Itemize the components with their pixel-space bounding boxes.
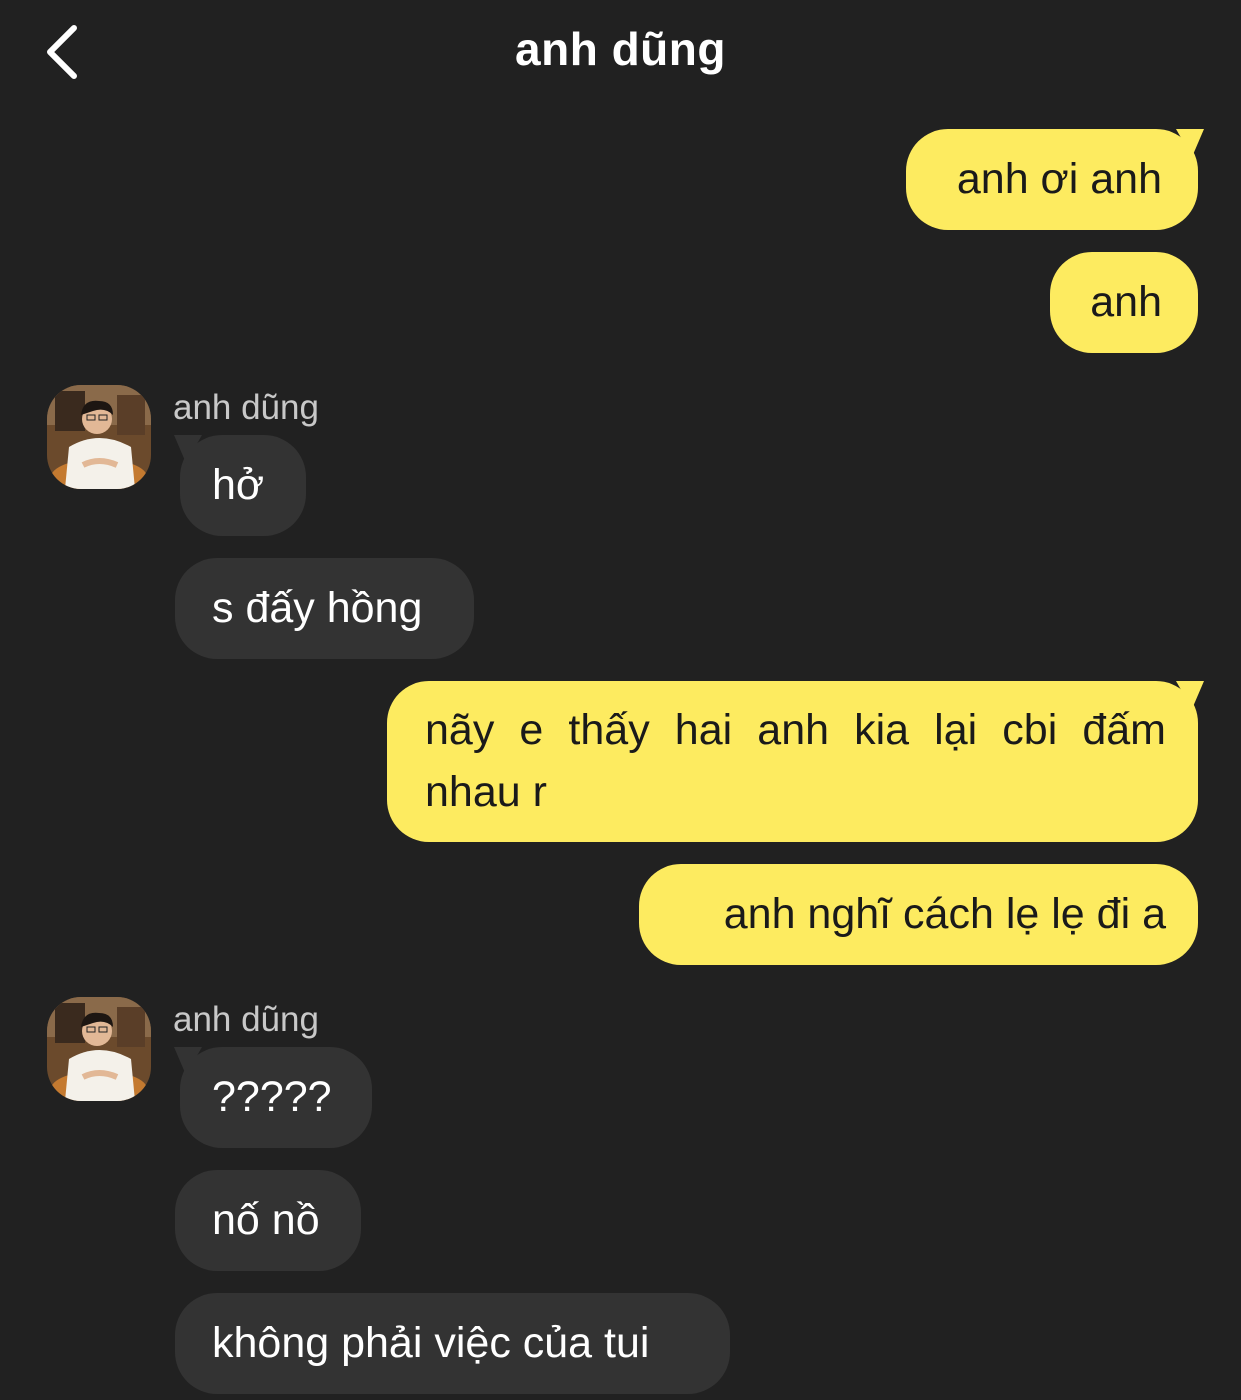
message-text: s đấy hồng (212, 584, 423, 632)
bubble-tail (1176, 681, 1204, 709)
avatar-photo (47, 997, 151, 1101)
bubble-tail (174, 435, 202, 463)
bubble-tail (174, 1047, 202, 1075)
message-text: nãy e thấy hai anh kia lại cbi đấm nhau … (425, 706, 1166, 816)
sender-name: anh dũng (173, 1000, 319, 1039)
message-bubble-outgoing[interactable]: anh ơi anh (906, 129, 1204, 230)
message-text: anh (1090, 278, 1162, 326)
message-bubble-incoming[interactable]: s đấy hồng (175, 558, 474, 659)
message-text: hở (212, 461, 265, 509)
message-bubble-incoming[interactable]: ????? (174, 1047, 372, 1148)
avatar[interactable] (47, 385, 151, 489)
message-text: anh ơi anh (956, 155, 1162, 203)
bubble-tail (1176, 129, 1204, 157)
message-text: không phải việc của tui (212, 1319, 650, 1367)
message-bubble-incoming[interactable]: hở (174, 435, 306, 536)
sender-name: anh dũng (173, 388, 319, 427)
message-bubble-outgoing[interactable]: anh (1050, 252, 1198, 353)
chat-title: anh dũng (515, 23, 726, 75)
message-bubble-incoming[interactable]: nố nồ (175, 1170, 361, 1271)
avatar-photo (47, 385, 151, 489)
message-text: nố nồ (212, 1196, 320, 1244)
message-text: anh nghĩ cách lẹ lẹ đi a (723, 890, 1166, 938)
avatar[interactable] (47, 997, 151, 1101)
chat-header: anh dũng (0, 0, 1241, 108)
message-bubble-outgoing[interactable]: nãy e thấy hai anh kia lại cbi đấm nhau … (387, 681, 1204, 842)
message-bubble-outgoing[interactable]: anh nghĩ cách lẹ lẹ đi a (639, 864, 1198, 965)
message-bubble-incoming[interactable]: không phải việc của tui (175, 1293, 730, 1394)
message-text: ????? (212, 1073, 332, 1121)
